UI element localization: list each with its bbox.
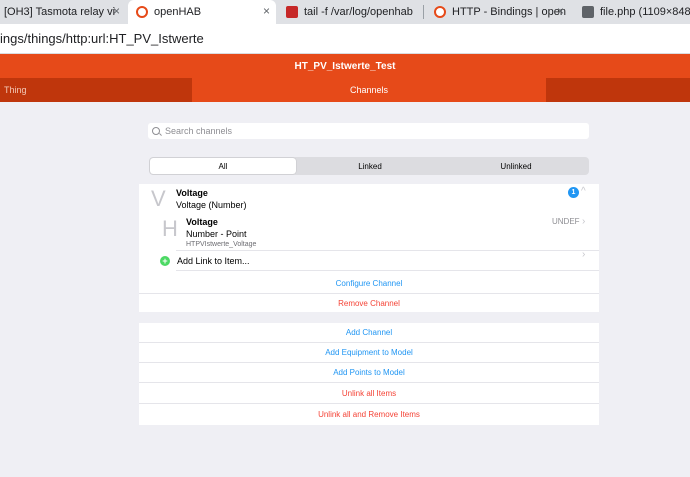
- filter-all[interactable]: All: [150, 158, 296, 174]
- item-state: UNDEF: [552, 217, 580, 226]
- tab-label: file.php (1109×848): [600, 6, 690, 18]
- tab-placeholder-right: [546, 78, 690, 102]
- add-channel-button[interactable]: Add Channel: [139, 323, 599, 343]
- tab-separator: [423, 5, 424, 19]
- add-icon[interactable]: +: [160, 256, 170, 266]
- tab-channels[interactable]: Channels: [192, 78, 546, 102]
- tab-label: [OH3] Tasmota relay vi: [4, 6, 116, 18]
- configure-channel-button[interactable]: Configure Channel: [139, 273, 599, 293]
- add-equipment-button[interactable]: Add Equipment to Model: [139, 343, 599, 363]
- item-id: HTPVIstwerte_Voltage: [186, 241, 257, 248]
- image-favicon-icon: [582, 6, 594, 18]
- item-type: Number - Point: [186, 229, 247, 239]
- close-icon[interactable]: ×: [113, 4, 120, 18]
- channel-filter: All Linked Unlinked: [149, 157, 589, 175]
- add-points-button[interactable]: Add Points to Model: [139, 363, 599, 383]
- channel-actions: Add Channel Add Equipment to Model Add P…: [139, 323, 599, 425]
- add-link-label[interactable]: Add Link to Item...: [177, 256, 250, 266]
- thing-subnav: Thing Channels: [0, 78, 690, 102]
- browser-tab-tail[interactable]: tail -f /var/log/openhab: [280, 0, 424, 24]
- chevron-right-icon[interactable]: ›: [582, 249, 585, 260]
- filter-unlinked[interactable]: Unlinked: [443, 157, 589, 175]
- terminal-favicon-icon: [286, 6, 298, 18]
- search-icon: [152, 127, 160, 135]
- tab-thing[interactable]: Thing: [0, 78, 192, 102]
- browser-tab-http-bindings[interactable]: HTTP - Bindings | open ×: [426, 0, 570, 24]
- item-name[interactable]: Voltage: [186, 217, 218, 227]
- search-bar[interactable]: [148, 123, 589, 139]
- item-letter-icon: H: [162, 216, 178, 241]
- openhab-favicon-icon: [136, 6, 148, 18]
- link-count-badge: 1: [568, 187, 579, 198]
- browser-tab-openhab[interactable]: openHAB ×: [128, 0, 276, 24]
- unlink-remove-button[interactable]: Unlink all and Remove Items: [139, 404, 599, 424]
- url-text[interactable]: ings/things/http:url:HT_PV_Istwerte: [0, 31, 204, 46]
- search-input[interactable]: [165, 126, 565, 136]
- channel-type: Voltage (Number): [176, 200, 247, 210]
- page-title-text: HT_PV_Istwerte_Test: [294, 60, 396, 72]
- chevron-up-icon[interactable]: ^: [581, 186, 586, 197]
- chevron-right-icon[interactable]: ›: [582, 216, 585, 227]
- close-icon[interactable]: ×: [557, 4, 564, 18]
- browser-tab-tasmota[interactable]: [OH3] Tasmota relay vi ×: [0, 0, 126, 24]
- page-title: HT_PV_Istwerte_Test: [0, 54, 690, 78]
- browser-tab-bar: [OH3] Tasmota relay vi × openHAB × tail …: [0, 0, 690, 24]
- remove-channel-button[interactable]: Remove Channel: [139, 293, 599, 313]
- address-bar[interactable]: ings/things/http:url:HT_PV_Istwerte: [0, 24, 690, 54]
- divider: [176, 270, 599, 271]
- tab-channels-label: Channels: [349, 85, 389, 95]
- openhab-favicon-icon: [434, 6, 446, 18]
- tab-label: tail -f /var/log/openhab: [304, 6, 413, 18]
- channel-card: V Voltage Voltage (Number) ^ H Voltage N…: [139, 184, 599, 312]
- tab-label: openHAB: [154, 6, 202, 18]
- tab-label: HTTP - Bindings | open: [452, 6, 566, 18]
- close-icon[interactable]: ×: [263, 4, 270, 18]
- browser-tab-file-php[interactable]: file.php (1109×848): [574, 0, 690, 24]
- unlink-all-button[interactable]: Unlink all Items: [139, 384, 599, 404]
- filter-linked[interactable]: Linked: [297, 157, 443, 175]
- tab-thing-label: Thing: [4, 85, 27, 95]
- divider: [176, 250, 599, 251]
- channel-name[interactable]: Voltage: [176, 188, 208, 198]
- channel-letter-icon: V: [151, 186, 166, 211]
